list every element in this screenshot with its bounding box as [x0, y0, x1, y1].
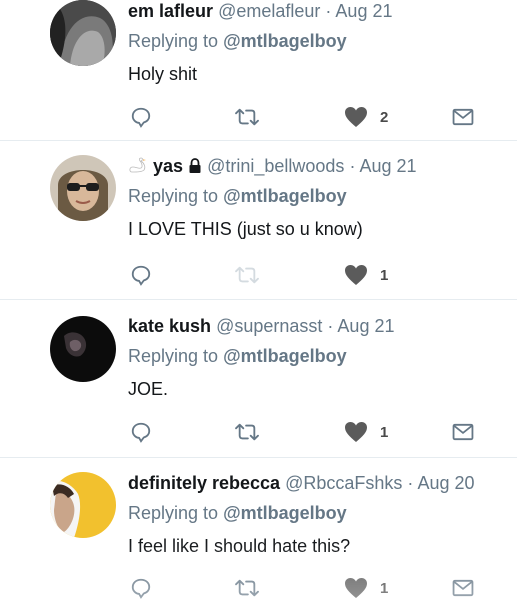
replying-to-label: Replying to [128, 31, 219, 51]
swan-icon [129, 157, 146, 173]
retweet-button[interactable] [234, 104, 260, 130]
like-button[interactable]: 2 [344, 104, 388, 130]
avatar[interactable] [50, 155, 116, 221]
tweet-header: yas @trini_bellwoods · Aug 21 [128, 155, 497, 177]
envelope-icon [452, 108, 474, 126]
dm-button[interactable] [452, 575, 474, 601]
replying-to-mention[interactable]: @mtlbagelboy [223, 346, 347, 366]
avatar[interactable] [50, 472, 116, 538]
lock-icon [189, 158, 201, 173]
user-handle[interactable]: @emelafleur [218, 1, 320, 21]
tweet-header: em lafleur @emelafleur · Aug 21 [128, 0, 497, 22]
heart-icon [345, 578, 367, 598]
like-count: 2 [380, 108, 389, 126]
separator: · [325, 1, 332, 21]
tweet-header: definitely rebecca @RbccaFshks · Aug 20 [128, 472, 497, 494]
reply-icon [131, 578, 151, 599]
tweet-text: JOE. [128, 379, 169, 399]
display-name[interactable]: kate kush [128, 316, 211, 336]
heart-icon [345, 422, 367, 442]
replying-to: Replying to @mtlbagelboy [128, 30, 497, 52]
like-count: 1 [380, 266, 389, 284]
envelope-icon [452, 579, 474, 597]
replying-to-mention[interactable]: @mtlbagelboy [223, 503, 347, 523]
tweet-actions: 1 [130, 262, 490, 288]
tweet-header: kate kush @supernasst · Aug 21 [128, 315, 497, 337]
avatar[interactable] [50, 316, 116, 382]
tweet-date[interactable]: Aug 21 [359, 156, 416, 176]
display-name[interactable]: em lafleur [128, 1, 213, 21]
heart-icon [345, 107, 367, 127]
tweet-date[interactable]: Aug 21 [337, 316, 394, 336]
tweet-text: I feel like I should hate this? [128, 536, 351, 556]
tweet-reply: kate kush @supernasst · Aug 21 Replying … [0, 300, 517, 458]
tweet-reply: definitely rebecca @RbccaFshks · Aug 20 … [0, 458, 517, 601]
user-handle[interactable]: @supernasst [216, 316, 322, 336]
reply-icon [131, 265, 151, 286]
reply-button[interactable] [130, 262, 152, 288]
reply-icon [131, 422, 151, 443]
display-name[interactable]: yas [153, 156, 183, 176]
tweet-actions: 2 [130, 104, 490, 130]
user-handle[interactable]: @RbccaFshks [285, 473, 402, 493]
retweet-button[interactable] [234, 575, 260, 601]
reply-icon [131, 107, 151, 128]
tweet-reply: yas @trini_bellwoods · Aug 21 Replying t… [0, 141, 517, 300]
replying-to: Replying to @mtlbagelboy [128, 502, 497, 524]
display-name[interactable]: definitely rebecca [128, 473, 280, 493]
retweet-icon [235, 266, 259, 284]
dm-button[interactable] [452, 104, 474, 130]
retweet-icon [235, 108, 259, 126]
separator: · [327, 316, 334, 336]
tweet-actions: 1 [130, 575, 490, 601]
tweet-date[interactable]: Aug 21 [335, 1, 392, 21]
replying-to: Replying to @mtlbagelboy [128, 345, 497, 367]
replying-to-mention[interactable]: @mtlbagelboy [223, 186, 347, 206]
heart-icon [345, 265, 367, 285]
like-count: 1 [380, 579, 389, 597]
tweet-reply: em lafleur @emelafleur · Aug 21 Replying… [0, 0, 517, 141]
tweet-text: Holy shit [128, 64, 198, 84]
tweet-date[interactable]: Aug 20 [417, 473, 474, 493]
separator: · [407, 473, 414, 493]
envelope-icon [452, 423, 474, 441]
like-button[interactable]: 1 [344, 419, 388, 445]
user-handle[interactable]: @trini_bellwoods [207, 156, 344, 176]
dm-button[interactable] [452, 419, 474, 445]
avatar[interactable] [50, 0, 116, 66]
retweet-icon [235, 579, 259, 597]
retweet-button[interactable] [234, 419, 260, 445]
tweet-text: I LOVE THIS (just so u know) [128, 219, 363, 239]
replying-to-label: Replying to [128, 346, 219, 366]
like-count: 1 [380, 423, 389, 441]
tweet-actions: 1 [130, 419, 490, 445]
retweet-icon [235, 423, 259, 441]
separator: · [349, 156, 356, 176]
replying-to-label: Replying to [128, 186, 219, 206]
retweet-button[interactable] [234, 262, 260, 288]
replying-to-mention[interactable]: @mtlbagelboy [223, 31, 347, 51]
reply-button[interactable] [130, 104, 152, 130]
replying-to: Replying to @mtlbagelboy [128, 185, 497, 207]
replying-to-label: Replying to [128, 503, 219, 523]
like-button[interactable]: 1 [344, 575, 388, 601]
like-button[interactable]: 1 [344, 262, 388, 288]
reply-button[interactable] [130, 419, 152, 445]
reply-button[interactable] [130, 575, 152, 601]
